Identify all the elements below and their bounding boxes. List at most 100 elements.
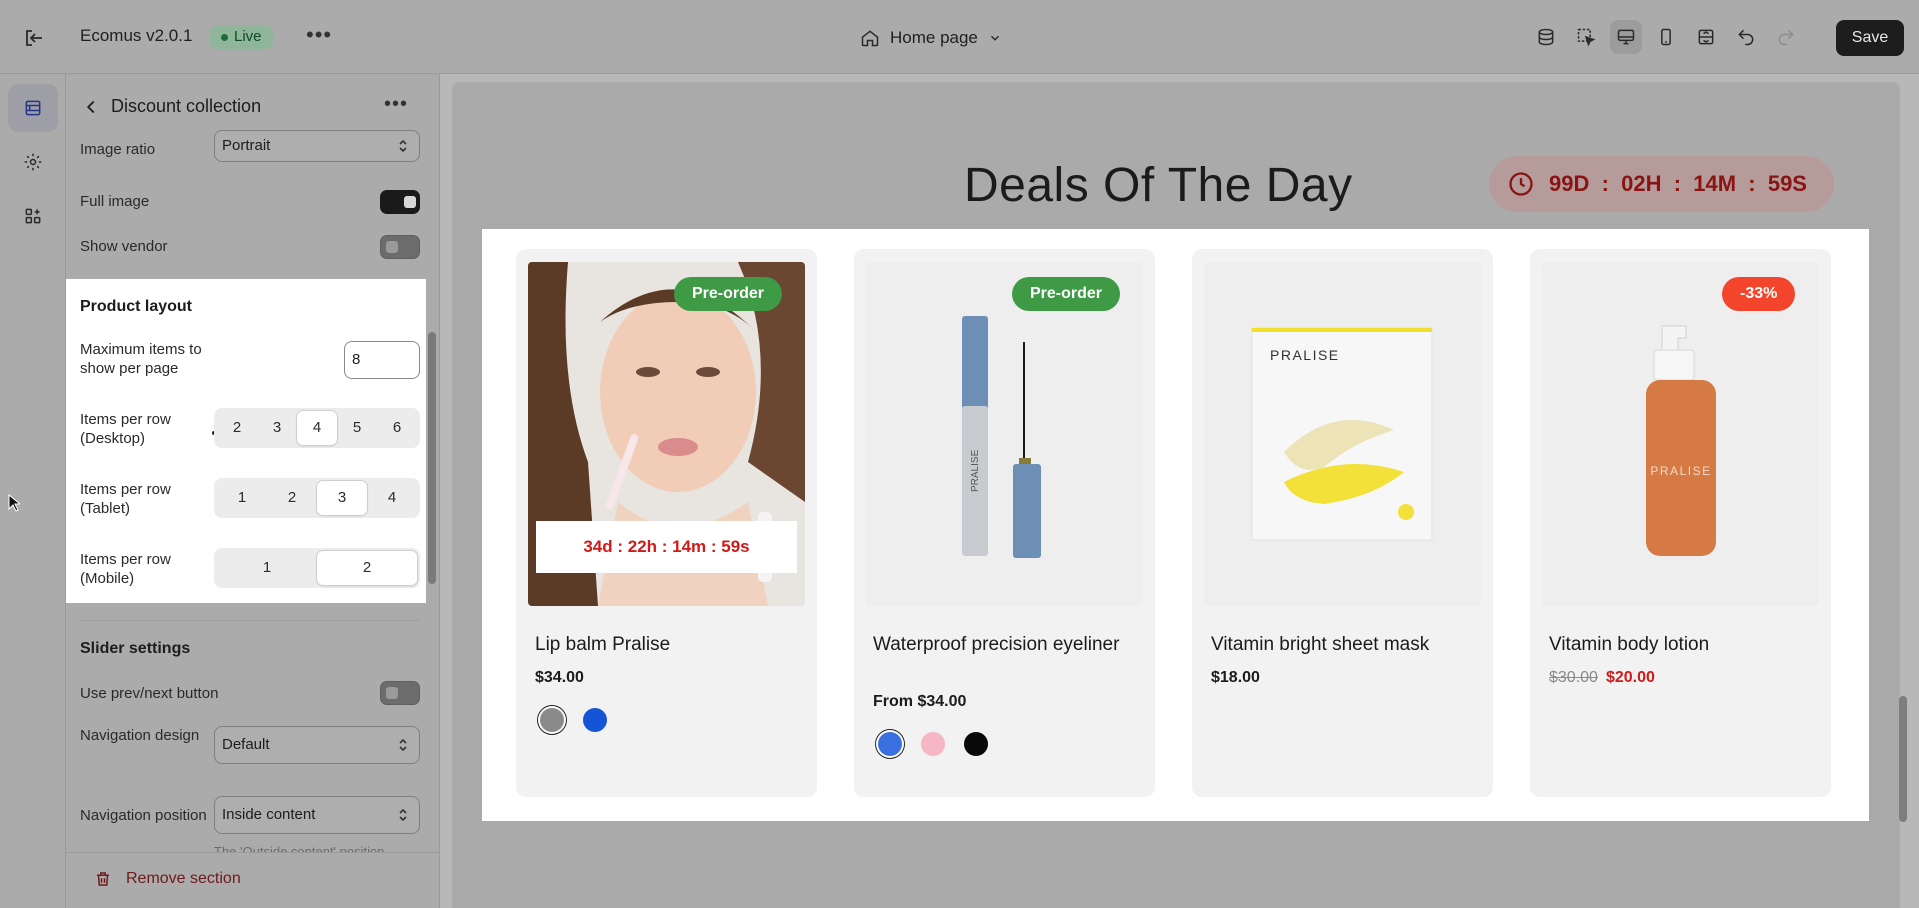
tablet-option-4[interactable]: 4 — [367, 481, 417, 515]
more-options-icon[interactable]: ••• — [306, 24, 331, 50]
mobile-view-icon[interactable] — [1650, 20, 1682, 54]
mouse-cursor-icon — [8, 494, 20, 512]
select-chevron-icon — [399, 139, 407, 153]
image-brand-text: PRALISE — [1270, 347, 1340, 363]
toolbar-icons — [1530, 20, 1802, 54]
fullscreen-view-icon[interactable] — [1690, 20, 1722, 54]
select-chevron-icon — [399, 738, 407, 752]
nav-position-select[interactable]: Inside content — [214, 796, 420, 834]
product-card[interactable]: PRALISE Pre-order Waterproof precision e… — [854, 249, 1155, 797]
product-name[interactable]: Vitamin body lotion — [1549, 633, 1809, 657]
panel-scrollbar[interactable] — [428, 332, 436, 584]
toggle-knob — [404, 196, 416, 208]
product-image-lipbalm[interactable]: 34d : 22h : 14m : 59s — [528, 262, 805, 606]
product-price-group: $30.00 $20.00 — [1549, 669, 1655, 687]
canvas-scrollbar[interactable] — [1899, 696, 1907, 822]
product-price: From $34.00 — [873, 693, 967, 710]
max-items-label: Maximum items to show per page — [80, 341, 202, 377]
desktop-option-3[interactable]: 3 — [257, 411, 297, 445]
image-ratio-select[interactable]: Portrait — [214, 130, 420, 162]
apps-icon[interactable] — [8, 192, 58, 240]
product-name[interactable]: Lip balm Pralise — [535, 633, 795, 657]
back-arrow-icon[interactable] — [80, 96, 104, 120]
product-name[interactable]: Vitamin bright sheet mask — [1211, 633, 1471, 657]
product-image-body-lotion[interactable]: PRALISE — [1542, 262, 1819, 606]
clock-icon — [1509, 172, 1533, 196]
desktop-option-2[interactable]: 2 — [217, 411, 257, 445]
undo-icon[interactable] — [1730, 20, 1762, 54]
prev-next-toggle[interactable] — [380, 681, 420, 705]
product-card[interactable]: PRALISE -33% Vitamin body lotion $30.00 $… — [1530, 249, 1831, 797]
color-swatch-blue[interactable] — [583, 708, 607, 732]
select-chevron-icon — [399, 808, 407, 822]
color-swatch-pink[interactable] — [921, 732, 945, 756]
desktop-view-icon[interactable] — [1610, 20, 1642, 54]
image-ratio-value: Portrait — [222, 137, 271, 154]
mobile-option-2[interactable]: 2 — [317, 551, 417, 585]
nav-design-value: Default — [222, 736, 270, 753]
nav-position-value: Inside content — [222, 806, 316, 823]
app-name: Ecomus v2.0.1 — [80, 26, 193, 45]
settings-panel: Discount collection ••• Image ratio Port… — [66, 74, 440, 908]
full-image-toggle[interactable] — [380, 190, 420, 214]
product-price: $18.00 — [1211, 669, 1260, 686]
settings-gear-icon[interactable] — [8, 138, 58, 186]
product-card[interactable]: PRALISE Vitamin bright sheet mask $18.00 — [1192, 249, 1493, 797]
show-vendor-toggle[interactable] — [380, 235, 420, 259]
mobile-items-segmented: 1 2 — [214, 548, 420, 588]
toggle-knob — [386, 241, 398, 253]
sale-price: $20.00 — [1605, 669, 1655, 686]
panel-header: Discount collection ••• — [66, 74, 439, 138]
tablet-option-1[interactable]: 1 — [217, 481, 267, 515]
deals-countdown: 99D : 02H : 14M : 59S — [1489, 156, 1834, 212]
product-image-sheet-mask[interactable]: PRALISE — [1204, 262, 1481, 606]
product-card[interactable]: 34d : 22h : 14m : 59s Pre-order Lip balm… — [516, 249, 817, 797]
preorder-badge: Pre-order — [1012, 277, 1121, 311]
full-image-label: Full image — [80, 193, 150, 210]
prev-next-label: Use prev/next button — [80, 685, 219, 702]
remove-section-button[interactable]: Remove section — [94, 870, 241, 888]
section-divider — [80, 620, 420, 621]
desktop-option-5[interactable]: 5 — [337, 411, 377, 445]
toggle-knob — [386, 687, 398, 699]
redo-icon[interactable] — [1770, 20, 1802, 54]
product-layout-title: Product layout — [80, 298, 193, 315]
old-price: $30.00 — [1549, 669, 1598, 686]
database-icon[interactable] — [1530, 20, 1562, 54]
product-name[interactable]: Waterproof precision eyeliner — [873, 633, 1133, 657]
nav-design-label: Navigation design — [80, 727, 200, 744]
products-section: 34d : 22h : 14m : 59s Pre-order Lip balm… — [482, 229, 1869, 821]
preorder-badge: Pre-order — [674, 277, 783, 311]
page-selector[interactable]: Home page — [860, 24, 1002, 52]
remove-section-label: Remove section — [126, 870, 241, 887]
select-element-icon[interactable] — [1570, 20, 1602, 54]
panel-title: Discount collection — [111, 96, 262, 116]
page-selector-label: Home page — [890, 28, 978, 47]
color-swatch-blue[interactable] — [878, 732, 902, 756]
product-price: $34.00 — [535, 669, 584, 686]
sections-icon[interactable] — [8, 84, 58, 132]
product-timer: 34d : 22h : 14m : 59s — [536, 521, 797, 573]
desktop-items-label: Items per row (Desktop) — [80, 411, 171, 447]
save-button[interactable]: Save — [1836, 20, 1904, 56]
desktop-option-4[interactable]: 4 — [297, 411, 337, 445]
trash-icon — [97, 872, 109, 886]
live-status-badge: Live — [210, 25, 273, 49]
mobile-option-1[interactable]: 1 — [217, 551, 317, 585]
color-swatch-black[interactable] — [964, 732, 988, 756]
panel-footer: Remove section — [66, 852, 439, 908]
tablet-option-3[interactable]: 3 — [317, 481, 367, 515]
nav-design-select[interactable]: Default — [214, 726, 420, 764]
max-items-input[interactable]: 8 — [344, 341, 420, 379]
discount-badge: -33% — [1722, 277, 1796, 311]
tablet-option-2[interactable]: 2 — [267, 481, 317, 515]
panel-more-icon[interactable]: ••• — [384, 94, 408, 114]
color-swatch-gray[interactable] — [540, 708, 564, 732]
desktop-option-6[interactable]: 6 — [377, 411, 417, 445]
left-rail — [0, 74, 66, 908]
mobile-items-label: Items per row (Mobile) — [80, 551, 171, 587]
deals-heading: Deals Of The Day — [964, 159, 1353, 212]
exit-icon[interactable] — [22, 26, 46, 50]
home-icon — [861, 30, 879, 47]
product-image-eyeliner[interactable]: PRALISE — [866, 262, 1143, 606]
